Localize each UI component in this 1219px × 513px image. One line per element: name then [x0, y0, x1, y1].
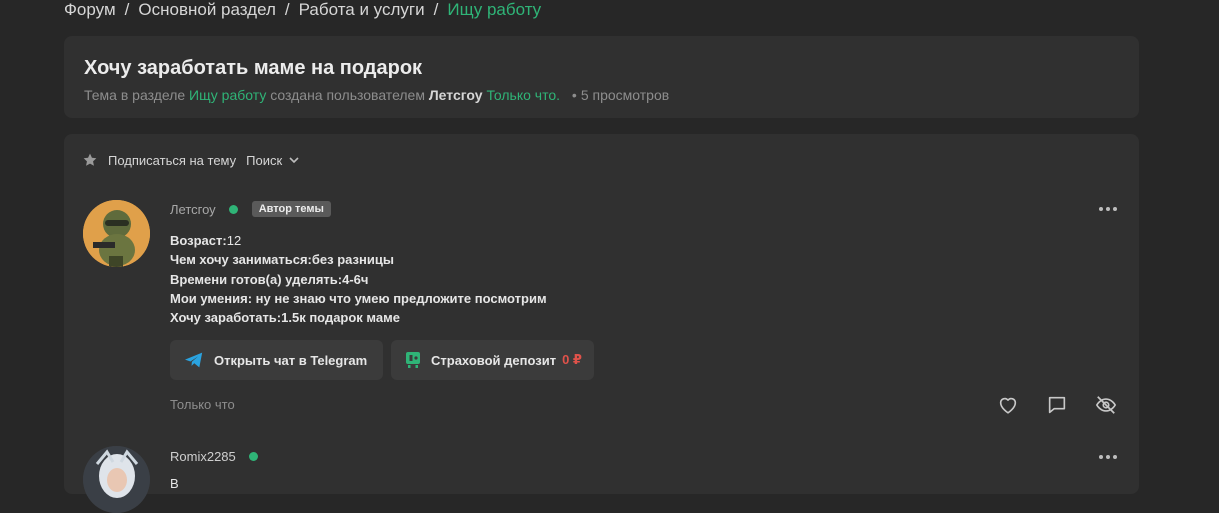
telegram-button-label: Открыть чат в Telegram — [214, 352, 368, 368]
post-line: Хочу заработать:1.5к подарок маме — [170, 308, 547, 327]
thread-toolbar: Подписаться на тему Поиск — [82, 151, 300, 169]
post-line: Времени готов(а) уделять:4-6ч — [170, 270, 547, 289]
breadcrumb-item-current[interactable]: Ищу работу — [447, 0, 541, 19]
breadcrumb-separator: / — [433, 0, 439, 19]
post-author: Летсгоу Автор темы — [170, 201, 331, 217]
post-line: Чем хочу заниматься:без разницы — [170, 250, 547, 269]
breadcrumb-item-work-services[interactable]: Работа и услуги — [299, 0, 425, 19]
chevron-down-icon — [289, 157, 299, 164]
post-line-value: 12 — [226, 233, 242, 248]
post-author: Romix2285 — [170, 449, 258, 464]
post-time[interactable]: Только что — [170, 397, 235, 412]
subscribe-label: Подписаться на тему — [108, 152, 237, 168]
post-line-label: Хочу заработать:1.5к подарок маме — [170, 310, 400, 326]
author-badge: Автор темы — [251, 201, 331, 217]
author-name[interactable]: Romix2285 — [170, 449, 236, 464]
deposit-button[interactable]: Страховой депозит 0 ₽ — [391, 340, 594, 380]
online-indicator — [228, 204, 238, 214]
heart-icon[interactable] — [997, 394, 1019, 416]
thread-body: Подписаться на тему Поиск Летсгоу Автор … — [64, 134, 1139, 513]
meta-prefix: Тема в разделе — [84, 87, 186, 103]
post-line-label: Мои умения: ну не знаю что умею предложи… — [170, 290, 547, 306]
telegram-icon — [185, 352, 203, 368]
meta-time[interactable]: Только что. — [486, 87, 560, 103]
eye-off-icon[interactable] — [1095, 394, 1117, 416]
deposit-icon — [406, 352, 420, 368]
post-line-label: Чем хочу заниматься:без разницы — [170, 252, 394, 268]
star-icon — [83, 153, 97, 166]
post-line: Мои умения: ну не знаю что умею предложи… — [170, 289, 547, 308]
avatar-image — [83, 200, 150, 267]
meta-author-link[interactable]: Летсгоу — [429, 87, 483, 103]
more-dots-icon[interactable] — [1098, 454, 1118, 460]
post-line: Возраст:12 — [170, 231, 547, 250]
breadcrumb-item-main-section[interactable]: Основной раздел — [138, 0, 276, 19]
avatar[interactable] — [83, 446, 150, 513]
breadcrumb-separator: / — [284, 0, 290, 19]
online-indicator — [248, 452, 258, 461]
deposit-button-label: Страховой депозит — [431, 352, 557, 368]
post-line-label: Возраст: — [170, 233, 227, 248]
search-dropdown[interactable]: Поиск — [246, 153, 300, 168]
subscribe-button[interactable]: Подписаться на тему — [82, 152, 236, 168]
post-line: В — [170, 476, 179, 491]
meta-section-link[interactable]: Ищу работу — [189, 87, 266, 103]
meta-created-by: создана пользователем — [270, 87, 425, 103]
thread-meta: Тема в разделе Ищу работу создана пользо… — [84, 87, 669, 103]
breadcrumb-separator: / — [124, 0, 130, 19]
post-line-label: Времени готов(а) уделять:4-6ч — [170, 271, 369, 287]
avatar-image — [83, 446, 150, 513]
author-name[interactable]: Летсгоу — [170, 202, 216, 217]
post-content: Возраст:12 Чем хочу заниматься:без разни… — [170, 231, 547, 327]
deposit-value: 0 ₽ — [562, 352, 582, 367]
breadcrumb: Форум / Основной раздел / Работа и услуги / Ищ… — [64, 0, 541, 22]
thread-header: Хочу заработать маме на подарок Тема в р… — [64, 36, 1139, 118]
more-dots-icon[interactable] — [1098, 206, 1118, 212]
meta-dot: • — [571, 87, 577, 103]
search-label: Поиск — [246, 152, 283, 168]
open-telegram-button[interactable]: Открыть чат в Telegram — [170, 340, 383, 380]
meta-views: 5 просмотров — [580, 87, 670, 103]
breadcrumb-item-forum[interactable]: Форум — [64, 0, 116, 19]
comment-icon[interactable] — [1046, 394, 1068, 416]
avatar[interactable] — [83, 200, 150, 267]
page-title: Хочу заработать маме на подарок — [84, 57, 423, 79]
